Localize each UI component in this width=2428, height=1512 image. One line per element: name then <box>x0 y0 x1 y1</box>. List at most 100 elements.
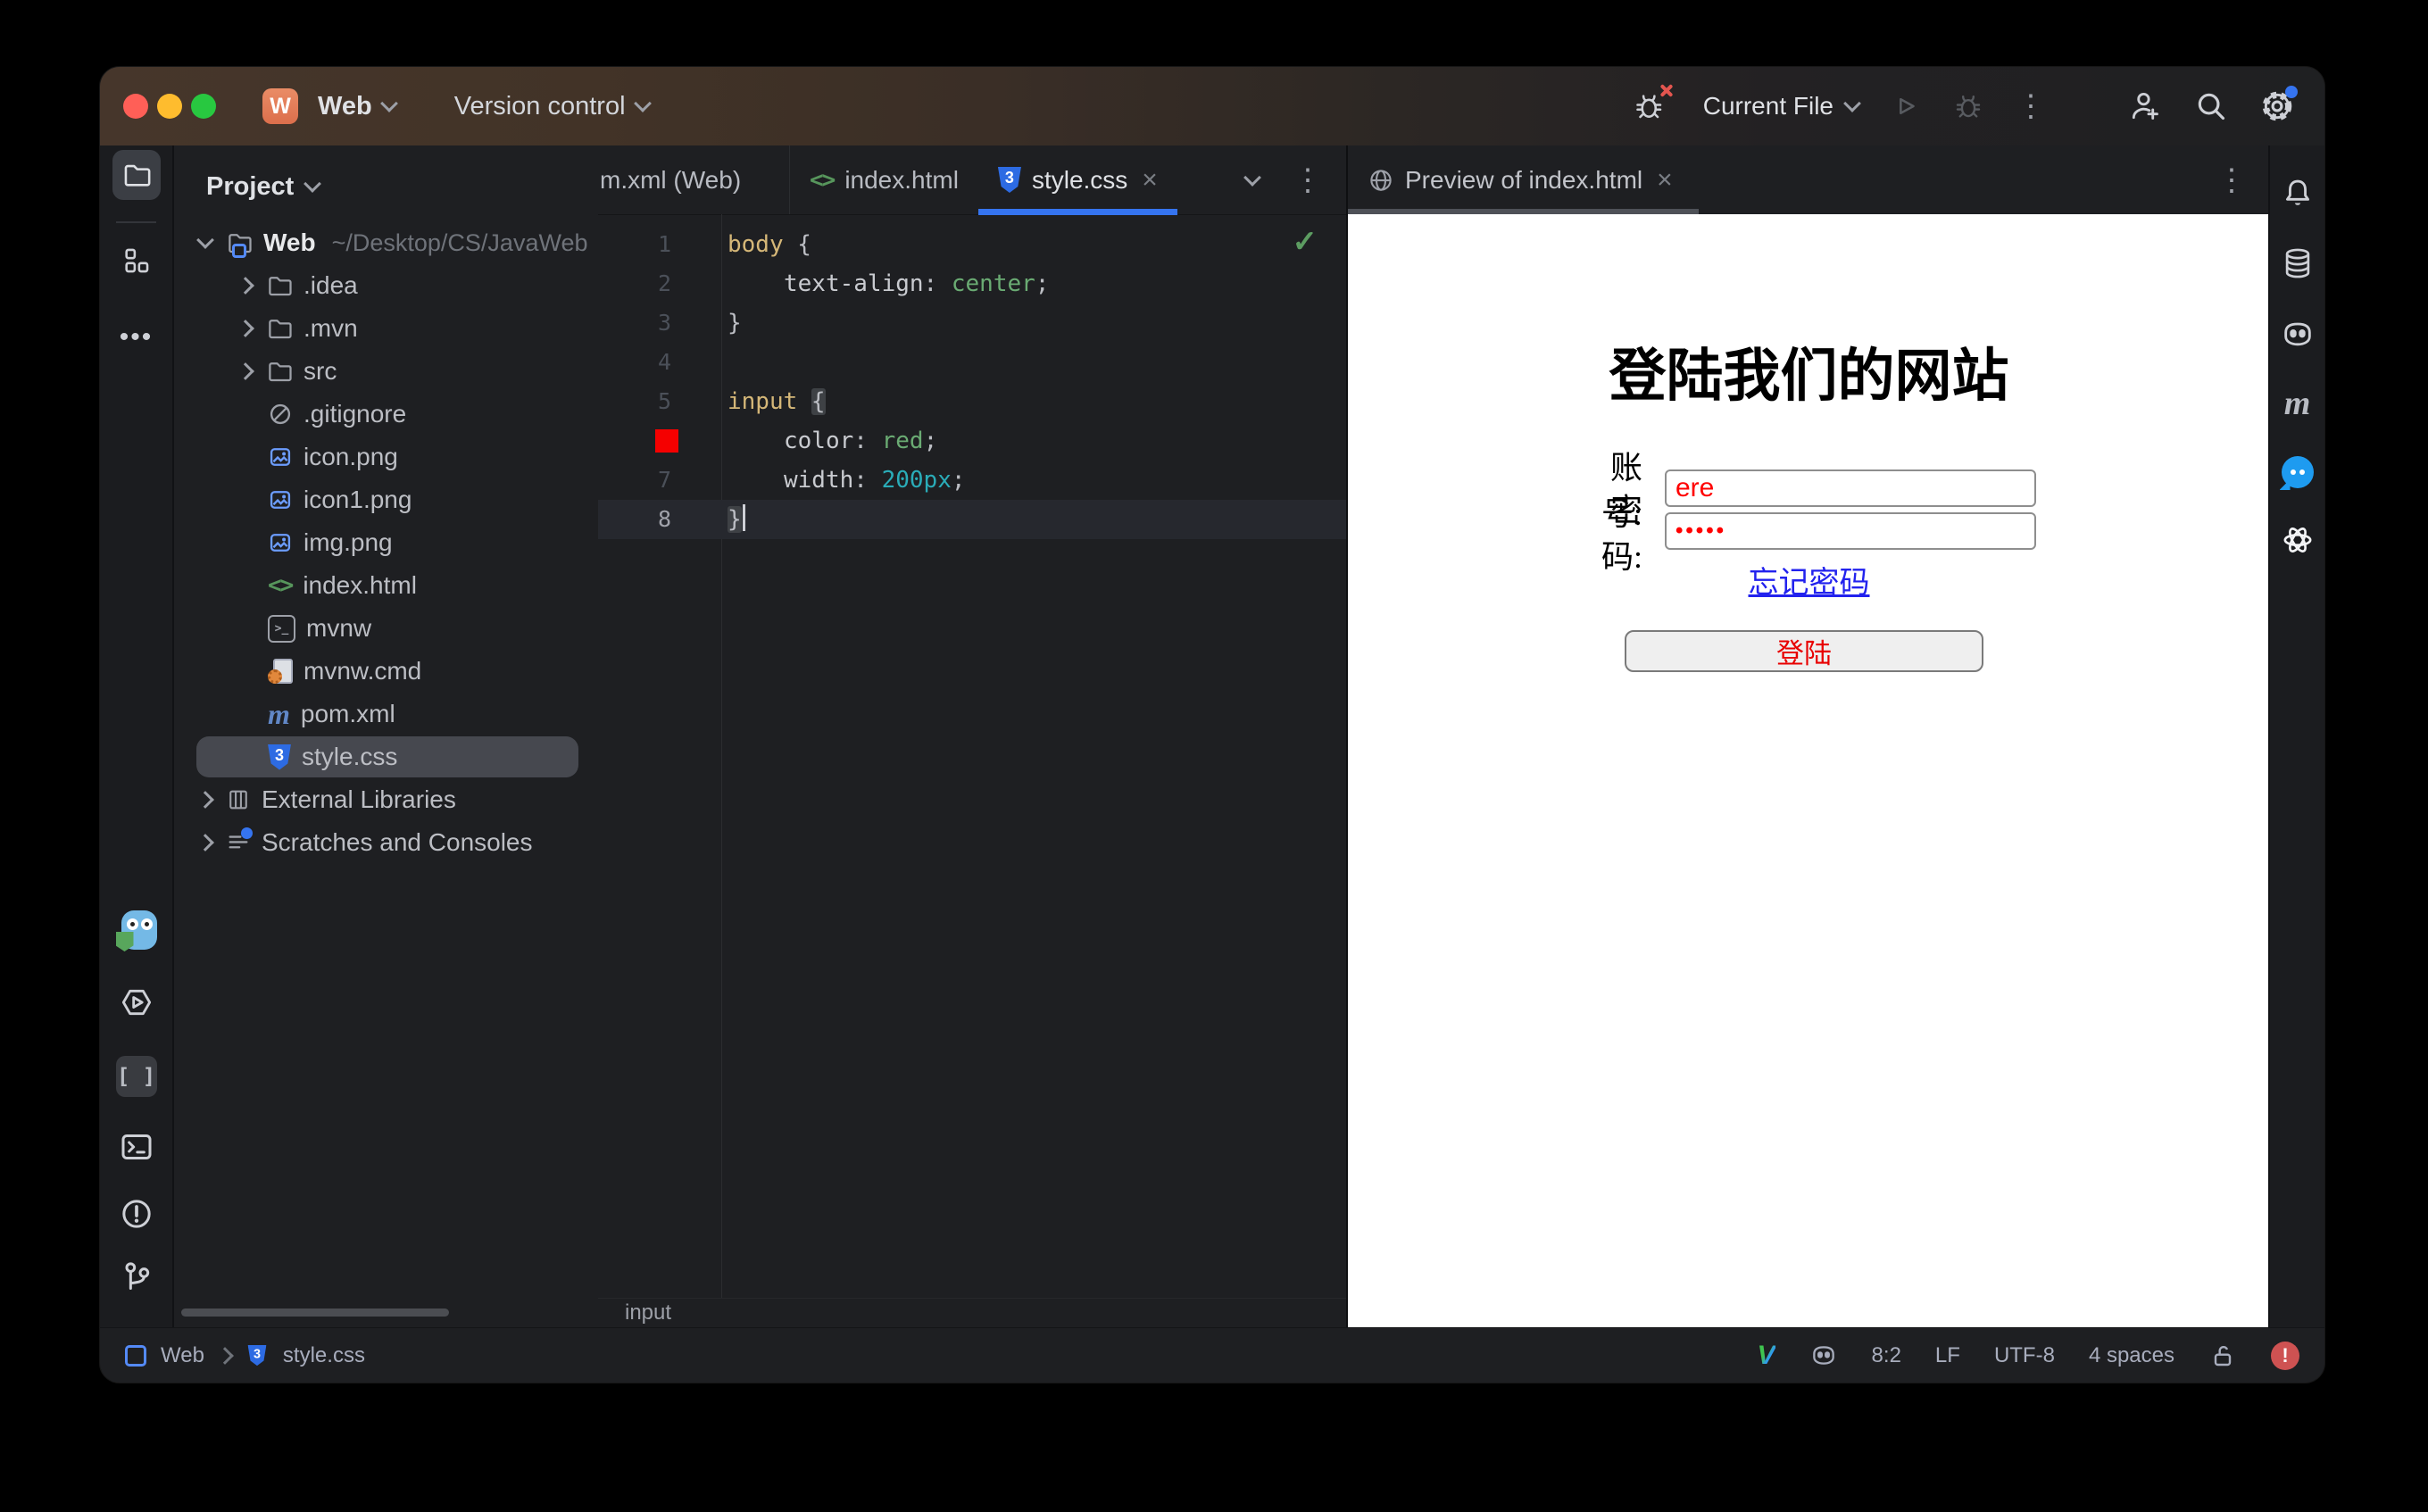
structure-tool-window-button[interactable] <box>121 245 152 276</box>
caret-position[interactable]: 8:2 <box>1872 1343 1901 1368</box>
tree-item-web-root[interactable]: Web ~/Desktop/CS/JavaWeb <box>174 221 598 264</box>
breadcrumb-chevron-icon <box>216 1346 234 1365</box>
tree-item-external-libraries[interactable]: External Libraries <box>174 778 598 821</box>
preview-options-menu[interactable]: ⋮ <box>2216 165 2247 195</box>
chat-plugin-icon[interactable] <box>2281 456 2314 488</box>
debug-button[interactable] <box>1953 91 1983 121</box>
run-button[interactable] <box>1891 91 1921 121</box>
breadcrumb[interactable]: input <box>598 1298 1346 1327</box>
chevron-right-icon <box>196 834 214 852</box>
close-tab-icon[interactable]: × <box>1142 166 1158 194</box>
code-line: 7 width: 200px; <box>657 467 966 494</box>
code-line: 6 color: red; <box>598 421 1346 461</box>
tree-item-img-png[interactable]: img.png <box>174 521 598 564</box>
terminal-tool-window-button[interactable] <box>119 1129 154 1165</box>
code-line: 4 <box>657 349 671 375</box>
database-tool-window-button[interactable] <box>2281 246 2315 280</box>
project-panel-header[interactable]: Project <box>174 145 598 206</box>
debugger-disabled-icon[interactable] <box>1634 90 1666 122</box>
ignored-file-icon <box>268 402 293 427</box>
search-everywhere-icon[interactable] <box>2194 89 2228 123</box>
code-line: 3 } <box>657 310 742 336</box>
editor-tab-bar: m.xml (Web) <> index.html 3 style.css × … <box>598 145 1346 215</box>
notifications-bell-icon[interactable] <box>2281 177 2315 211</box>
horizontal-scrollbar[interactable] <box>181 1308 449 1317</box>
more-actions-menu[interactable]: ⋮ <box>2016 91 2046 121</box>
browser-preview: 登陆我们的网站 账号: ere 密码: ••••• 忘记密码 登陆 <box>1348 214 2270 1327</box>
tree-item-idea[interactable]: .idea <box>174 264 598 307</box>
run-configuration-label: Current File <box>1702 92 1833 120</box>
title-bar: W Web Version control Current File ⋮ <box>100 67 2324 145</box>
more-tool-windows-button[interactable]: ••• <box>120 322 154 353</box>
project-tool-window-button[interactable] <box>112 150 161 200</box>
chevron-right-icon <box>237 362 254 380</box>
line-separator[interactable]: LF <box>1935 1343 1960 1368</box>
vcs-widget[interactable]: Version control <box>454 92 652 121</box>
openai-plugin-icon[interactable] <box>2280 522 2316 558</box>
indent-setting[interactable]: 4 spaces <box>2089 1343 2174 1368</box>
desktop: { "title_bar": { "app_initial": "W", "pr… <box>0 0 2428 1512</box>
maven-tool-window-button[interactable]: m <box>2284 386 2311 420</box>
image-file-icon <box>268 530 293 555</box>
tree-item-icon-png[interactable]: icon.png <box>174 436 598 478</box>
tree-item-src[interactable]: src <box>174 350 598 393</box>
password-input[interactable]: ••••• <box>1665 512 2036 550</box>
code-line-caret: 8 } <box>598 500 1346 539</box>
text-caret <box>742 504 745 531</box>
forgot-password-link[interactable]: 忘记密码 <box>1348 558 2270 602</box>
module-icon <box>125 1344 146 1367</box>
brackets-tool-window-button[interactable]: [ ] <box>115 1056 157 1097</box>
problems-tool-window-button[interactable] <box>119 1196 154 1232</box>
code-editor[interactable]: 1 body { 2 text-align: center; 3 } 4 5 i… <box>598 214 1346 1299</box>
chevron-down-icon <box>379 95 398 112</box>
inspections-ok-icon[interactable]: ✓ <box>1293 224 1318 260</box>
minimize-window-button[interactable] <box>157 94 182 119</box>
close-tab-icon[interactable]: × <box>1657 166 1673 194</box>
tree-item-gitignore[interactable]: .gitignore <box>174 393 598 436</box>
chevron-right-icon <box>237 320 254 337</box>
color-preview-swatch[interactable] <box>655 429 678 453</box>
copilot-icon[interactable] <box>2280 317 2316 353</box>
v-plugin-icon[interactable]: V <box>1758 1341 1775 1371</box>
tree-item-icon1-png[interactable]: icon1.png <box>174 478 598 521</box>
hidden-tabs-chevron-icon[interactable] <box>1243 168 1261 187</box>
tree-item-mvn[interactable]: .mvn <box>174 307 598 350</box>
tab-pom-xml[interactable]: m.xml (Web) <box>598 145 790 214</box>
tab-style-css[interactable]: 3 style.css × <box>977 145 1177 215</box>
tab-preview-index-html[interactable]: Preview of index.html × <box>1348 145 1699 215</box>
error-indicator-badge[interactable]: ! <box>2271 1341 2299 1370</box>
project-widget[interactable]: Web <box>318 92 398 121</box>
status-file[interactable]: style.css <box>283 1343 365 1368</box>
services-tool-window-button[interactable] <box>119 984 154 1020</box>
login-button[interactable]: 登陆 <box>1625 630 1983 672</box>
settings-notification-dot <box>2285 86 2298 98</box>
read-write-lock-icon[interactable] <box>2208 1342 2237 1370</box>
assistant-plugin-icon[interactable] <box>115 910 157 951</box>
status-module[interactable]: Web <box>161 1343 204 1368</box>
git-branch-icon[interactable] <box>119 1259 154 1295</box>
file-encoding[interactable]: UTF-8 <box>1994 1343 2055 1368</box>
editor-options-menu[interactable]: ⋮ <box>1293 165 1323 195</box>
tree-item-mvnw-cmd[interactable]: mvnw.cmd <box>174 650 598 693</box>
run-configuration-selector[interactable]: Current File <box>1702 92 1861 120</box>
red-x-overlay-icon <box>1659 83 1673 97</box>
tab-index-html[interactable]: <> index.html <box>790 145 978 214</box>
tree-item-index-html[interactable]: <> index.html <box>174 564 598 607</box>
tree-item-style-css[interactable]: 3 style.css <box>174 735 598 778</box>
chevron-down-icon <box>1843 95 1861 112</box>
tree-item-mvnw[interactable]: >_ mvnw <box>174 607 598 650</box>
code-with-me-icon[interactable] <box>2128 89 2162 123</box>
tree-item-scratches[interactable]: Scratches and Consoles <box>174 821 598 864</box>
tree-item-pom-xml[interactable]: m pom.xml <box>174 693 598 735</box>
maven-file-icon: m <box>268 698 290 730</box>
settings-gear-icon[interactable] <box>2260 86 2298 123</box>
project-header-label: Project <box>206 171 295 201</box>
code-line: 5 input { <box>657 388 826 415</box>
globe-icon <box>1368 167 1394 194</box>
css-file-icon: 3 <box>997 167 1021 193</box>
status-bar: Web 3 style.css V 8:2 LF UTF-8 4 spaces <box>100 1327 2324 1383</box>
close-window-button[interactable] <box>123 94 148 119</box>
scratches-icon <box>226 827 253 855</box>
zoom-window-button[interactable] <box>191 94 216 119</box>
copilot-status-icon[interactable] <box>1809 1342 1838 1370</box>
